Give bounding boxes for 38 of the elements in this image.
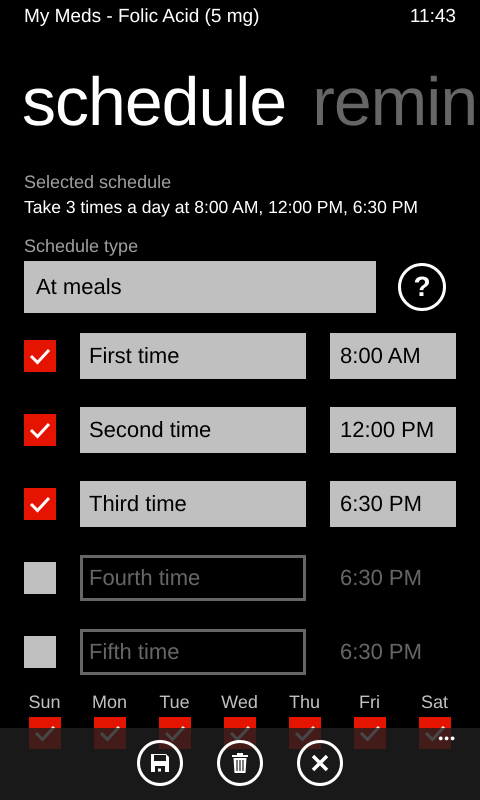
checkbox[interactable] <box>24 562 56 594</box>
time-picker[interactable]: 6:30 PM <box>330 555 456 601</box>
time-name-field[interactable]: First time <box>80 333 306 379</box>
day-label: Wed <box>221 692 258 713</box>
more-button[interactable]: ••• <box>434 728 460 748</box>
day-label: Tue <box>159 692 190 713</box>
time-picker[interactable]: 6:30 PM <box>330 629 456 675</box>
time-name-field[interactable]: Third time <box>80 481 306 527</box>
save-icon <box>137 740 183 786</box>
pivot-tab[interactable]: remin <box>312 62 478 168</box>
schedule-summary: Take 3 times a day at 8:00 AM, 12:00 PM, 6:30 PM <box>24 197 419 218</box>
field-label: Schedule type <box>24 236 140 257</box>
time-picker[interactable]: 8:00 AM <box>330 333 456 379</box>
day-label: Mon <box>92 692 127 713</box>
day-label: Sun <box>28 692 61 713</box>
time-name-field[interactable]: Fifth time <box>80 629 306 675</box>
checkbox[interactable] <box>24 636 56 668</box>
close-button[interactable] <box>297 740 343 786</box>
time-picker[interactable]: 12:00 PM <box>330 407 456 453</box>
checkbox[interactable] <box>24 488 56 520</box>
checkbox[interactable] <box>24 414 56 446</box>
pivot-tab[interactable]: schedule <box>22 62 286 168</box>
day-label: Thu <box>288 692 320 713</box>
save-button[interactable] <box>137 740 183 786</box>
time-picker[interactable]: 6:30 PM <box>330 481 456 527</box>
close-icon <box>297 740 343 786</box>
time-name-field[interactable]: Second time <box>80 407 306 453</box>
day-label: Sat <box>420 692 448 713</box>
app-title: My Meds - Folic Acid (5 mg) <box>24 6 260 29</box>
delete-button[interactable] <box>217 740 263 786</box>
help-button[interactable]: ? <box>398 263 446 311</box>
trash-icon <box>217 740 263 786</box>
day-label: Fri <box>359 692 380 713</box>
checkbox[interactable] <box>24 340 56 372</box>
time-name-field[interactable]: Fourth time <box>80 555 306 601</box>
schedule-type-picker[interactable]: At meals <box>24 261 376 313</box>
field-label: Selected schedule <box>24 172 172 193</box>
clock: 11:43 <box>410 6 456 29</box>
